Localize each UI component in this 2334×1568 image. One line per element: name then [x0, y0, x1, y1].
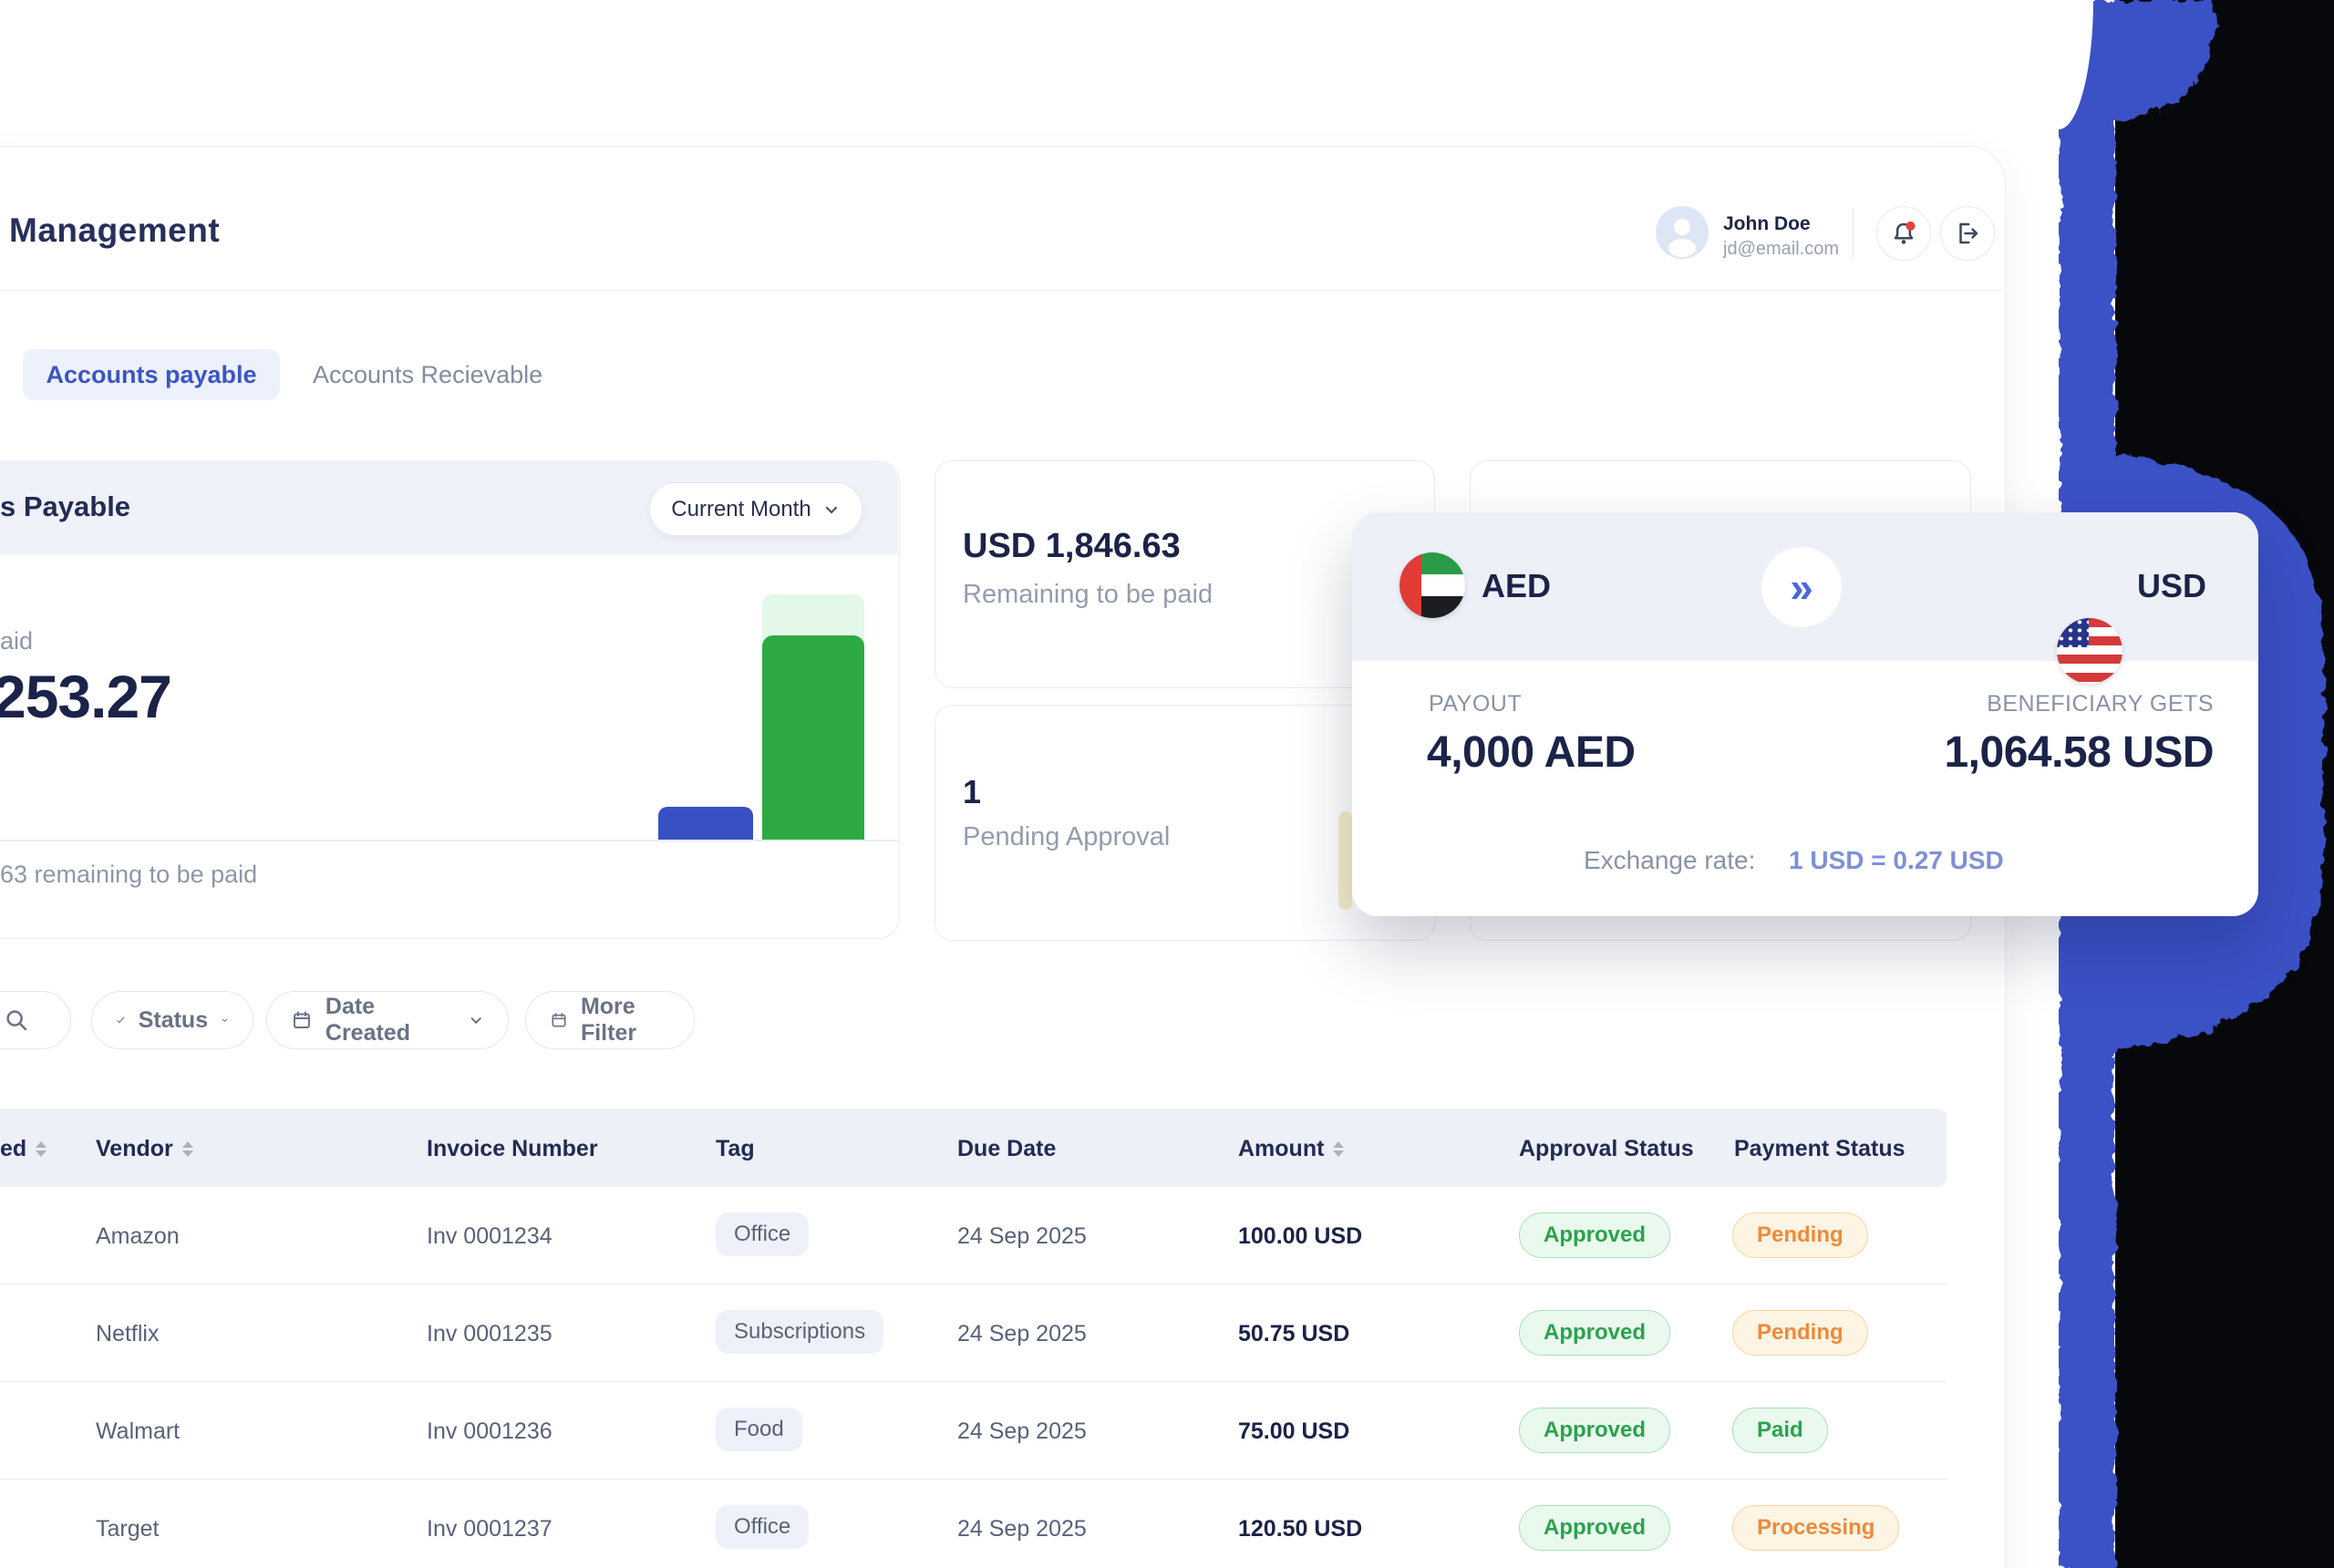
amount: 120.50 USD [1238, 1516, 1362, 1542]
vendor: Walmart [96, 1418, 180, 1445]
invoice-number: Inv 0001236 [427, 1418, 553, 1445]
payout-label: PAYOUT [1429, 691, 1522, 717]
bar-remaining [762, 635, 864, 841]
col-date-created[interactable]: ed [0, 1136, 46, 1162]
vendor: Target [96, 1516, 159, 1542]
person-icon [1656, 206, 1709, 259]
payment-status-badge: Paid [1732, 1408, 1828, 1453]
chevron-down-icon [822, 500, 841, 519]
tag-badge: Subscriptions [716, 1310, 883, 1354]
paid-label: aid [0, 627, 33, 655]
due-date: 24 Sep 2025 [957, 1223, 1087, 1250]
payment-status-badge: Processing [1732, 1505, 1899, 1551]
beneficiary-label: BENEFICIARY GETS [1849, 691, 2214, 717]
user-name: John Doe [1723, 213, 1811, 235]
calendar-icon [550, 1008, 568, 1032]
page-title: Management [9, 211, 220, 250]
tag-badge: Office [716, 1212, 809, 1256]
swap-currency-button[interactable]: » [1761, 547, 1842, 627]
due-date: 24 Sep 2025 [957, 1418, 1087, 1445]
amount: 75.00 USD [1238, 1418, 1349, 1445]
bar-paid [658, 807, 753, 841]
invoice-number: Inv 0001234 [427, 1223, 553, 1250]
period-dropdown-label: Current Month [671, 497, 811, 522]
bell-icon [1890, 220, 1917, 247]
sort-icon[interactable] [182, 1141, 193, 1157]
remaining-label: Remaining to be paid [963, 580, 1213, 610]
aed-flag-icon [1399, 552, 1465, 618]
col-vendor[interactable]: Vendor [96, 1136, 193, 1162]
approval-status-badge: Approved [1519, 1408, 1670, 1453]
sort-icon[interactable] [36, 1141, 46, 1157]
due-date: 24 Sep 2025 [957, 1516, 1087, 1542]
pending-count: 1 [963, 773, 981, 811]
approval-status-badge: Approved [1519, 1212, 1670, 1258]
search-icon [3, 1006, 30, 1034]
logout-button[interactable] [1940, 206, 1995, 261]
check-icon [116, 1009, 126, 1031]
invoice-number: Inv 0001235 [427, 1321, 553, 1347]
from-currency: AED [1482, 567, 1551, 605]
filter-date-created[interactable]: Date Created [266, 991, 509, 1049]
col-invoice-number: Invoice Number [427, 1136, 598, 1162]
vendor: Netflix [96, 1321, 159, 1347]
payout-value: 4,000 AED [1427, 727, 1636, 778]
tab-accounts-payable[interactable]: Accounts payable [23, 349, 280, 400]
col-approval-status: Approval Status [1519, 1136, 1694, 1162]
filter-more[interactable]: More Filter [525, 991, 695, 1049]
tag-badge: Office [716, 1505, 809, 1549]
avatar[interactable] [1656, 206, 1709, 259]
chevron-down-icon [221, 1011, 229, 1029]
table-row[interactable]: Amazon Inv 0001234 Office 24 Sep 2025 10… [0, 1187, 1947, 1284]
col-tag: Tag [716, 1136, 755, 1162]
table-row[interactable]: Netflix Inv 0001235 Subscriptions 24 Sep… [0, 1284, 1947, 1382]
approval-status-badge: Approved [1519, 1310, 1670, 1356]
approval-status-badge: Approved [1519, 1505, 1670, 1551]
remaining-value: USD 1,846.63 [963, 527, 1181, 566]
amount: 100.00 USD [1238, 1223, 1362, 1250]
to-currency: USD [2137, 567, 2206, 605]
payment-status-badge: Pending [1732, 1212, 1868, 1258]
hidden-card-accent [1338, 811, 1352, 910]
table-row[interactable]: Walmart Inv 0001236 Food 24 Sep 2025 75.… [0, 1382, 1947, 1480]
logout-icon [1954, 220, 1981, 247]
filter-status[interactable]: Status [91, 991, 253, 1049]
payment-status-badge: Pending [1732, 1310, 1868, 1356]
beneficiary-value: 1,064.58 USD [1849, 727, 2214, 778]
notifications-button[interactable] [1876, 206, 1931, 261]
chevron-down-icon [468, 1011, 484, 1029]
tab-accounts-receivable[interactable]: Accounts Recievable [313, 361, 542, 389]
pending-label: Pending Approval [963, 822, 1170, 852]
filter-more-label: More Filter [581, 994, 670, 1047]
exchange-rate-value: 1 USD = 0.27 USD [1789, 846, 2004, 875]
col-payment-status: Payment Status [1734, 1136, 1905, 1162]
invoice-number: Inv 0001237 [427, 1516, 553, 1542]
user-email: jd@email.com [1723, 239, 1839, 260]
tag-badge: Food [716, 1408, 802, 1451]
header-divider-vertical [1853, 208, 1854, 259]
vendor: Amazon [96, 1223, 180, 1250]
screen: Management John Doe jd@email.com Account… [0, 0, 2334, 1568]
header-divider [0, 290, 2004, 291]
usd-flag-icon [2057, 618, 2122, 684]
col-due-date: Due Date [957, 1136, 1056, 1162]
filter-status-label: Status [139, 1007, 208, 1034]
period-dropdown[interactable]: Current Month [649, 482, 862, 536]
due-date: 24 Sep 2025 [957, 1321, 1087, 1347]
amount: 50.75 USD [1238, 1321, 1349, 1347]
exchange-rate-label: Exchange rate: [1584, 846, 1755, 875]
chart-baseline [0, 840, 898, 841]
sort-icon[interactable] [1333, 1141, 1344, 1157]
payable-card-footer: 63 remaining to be paid [0, 861, 257, 889]
table-row[interactable]: Target Inv 0001237 Office 24 Sep 2025 12… [0, 1480, 1947, 1568]
paid-value: 253.27 [0, 662, 171, 731]
payable-card-title: s Payable [0, 490, 130, 523]
col-amount[interactable]: Amount [1238, 1136, 1344, 1162]
double-chevron-icon: » [1790, 562, 1813, 612]
calendar-icon [291, 1008, 313, 1032]
search-input[interactable] [0, 991, 71, 1049]
filter-date-created-label: Date Created [325, 994, 455, 1047]
